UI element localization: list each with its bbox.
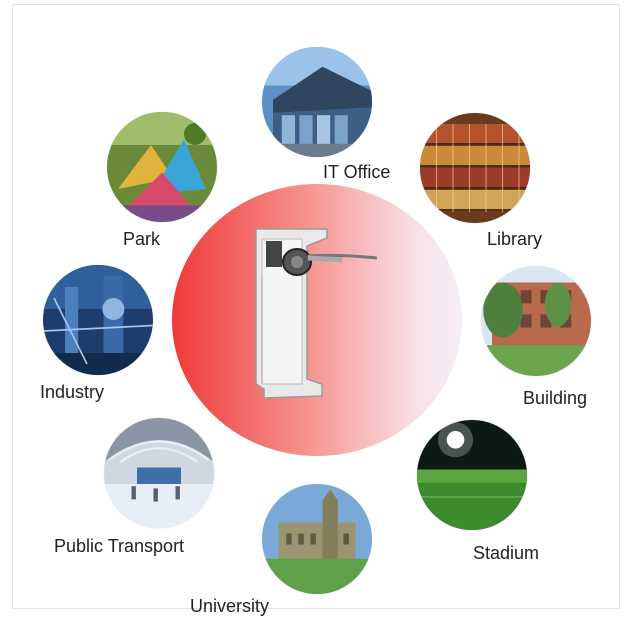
label-building: Building (523, 388, 588, 408)
university-image (262, 484, 372, 594)
park-image (107, 112, 217, 222)
label-industry: Industry (40, 382, 105, 402)
label-it-office: IT Office (323, 162, 391, 182)
public-transport-image (104, 418, 214, 528)
building-image (481, 266, 591, 376)
label-public-transport: Public Transport (54, 536, 185, 556)
library-image (420, 113, 530, 223)
industry-image (43, 265, 153, 375)
it-office-image (262, 47, 372, 157)
label-library: Library (487, 229, 543, 249)
tripod-turnstile-image (255, 228, 378, 399)
label-university: University (190, 596, 270, 616)
stadium-image (417, 420, 527, 530)
turnstile-center-circle (172, 184, 462, 456)
label-park: Park (123, 229, 161, 249)
label-stadium: Stadium (473, 543, 540, 563)
